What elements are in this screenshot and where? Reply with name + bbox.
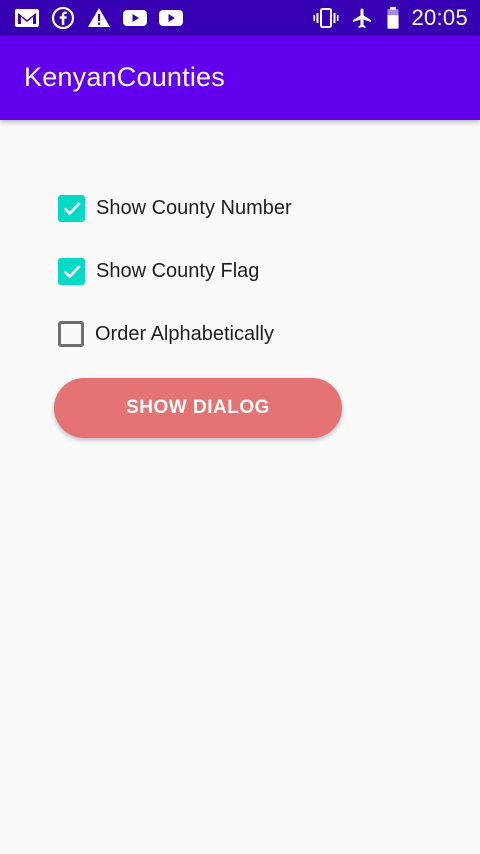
notification-icons bbox=[14, 6, 184, 30]
app-title: KenyanCounties bbox=[24, 62, 225, 92]
checkbox-unchecked-icon[interactable] bbox=[58, 321, 84, 347]
checkbox-order-alphabetically[interactable]: Order Alphabetically bbox=[58, 319, 274, 349]
checkbox-checked-icon[interactable] bbox=[58, 257, 85, 285]
clock: 20:05 bbox=[411, 5, 468, 30]
checkbox-label: Show County Flag bbox=[96, 259, 260, 282]
checkbox-checked-icon[interactable] bbox=[58, 194, 85, 222]
status-bar: 20:05 bbox=[0, 0, 480, 36]
battery-icon bbox=[385, 6, 401, 30]
app-bar: KenyanCounties bbox=[0, 36, 480, 120]
show-dialog-button[interactable]: SHOW DIALOG bbox=[54, 378, 342, 438]
warning-icon bbox=[86, 6, 112, 30]
checkbox-show-county-flag[interactable]: Show County Flag bbox=[58, 256, 259, 286]
airplane-mode-icon bbox=[349, 6, 375, 30]
checkbox-label: Show County Number bbox=[96, 196, 292, 219]
vibrate-icon bbox=[313, 6, 339, 30]
system-icons: 20:05 bbox=[313, 4, 468, 32]
checkbox-label: Order Alphabetically bbox=[95, 322, 274, 345]
gmail-icon bbox=[14, 6, 40, 30]
youtube-icon bbox=[158, 6, 184, 30]
facebook-icon bbox=[50, 6, 76, 30]
checkbox-show-county-number[interactable]: Show County Number bbox=[58, 193, 292, 223]
youtube-icon bbox=[122, 6, 148, 30]
